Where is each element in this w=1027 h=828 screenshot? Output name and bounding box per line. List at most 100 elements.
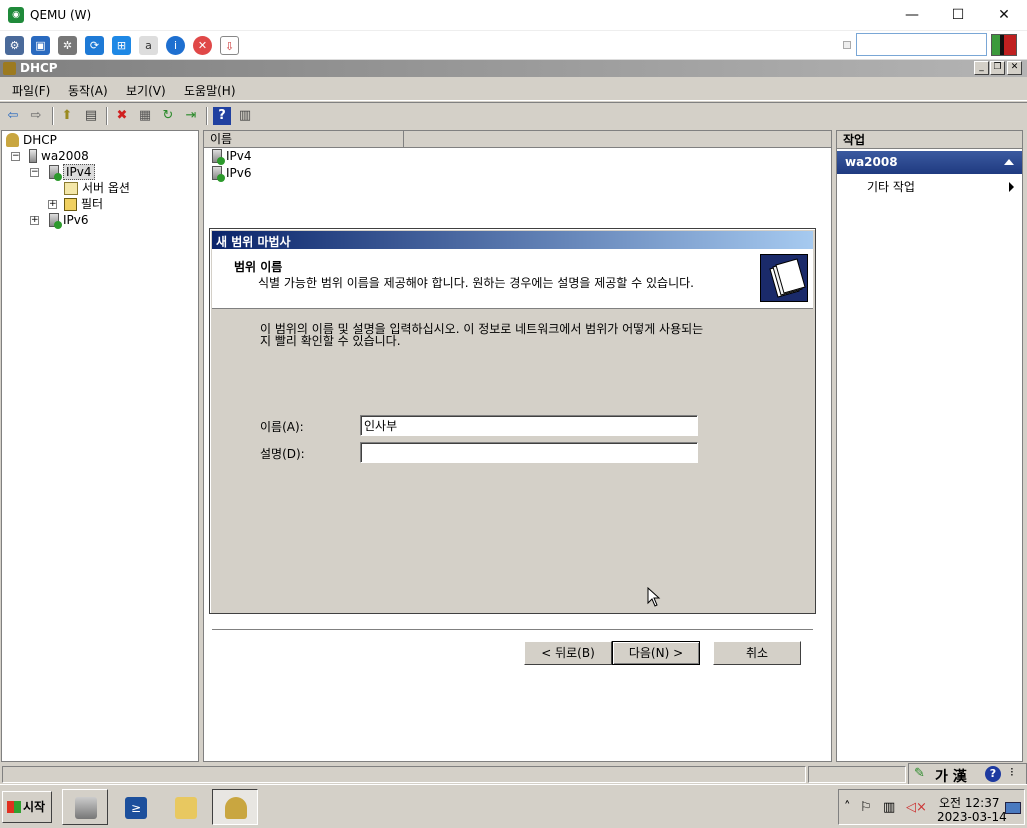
mmc-toolbar: ⇦ ⇨ ⬆ ▤ ✖ ▦ ↻ ⇥ ? ▥ bbox=[0, 102, 1027, 128]
ime-tool-icon[interactable]: ✎ bbox=[914, 766, 925, 781]
mdi-restore-button[interactable]: ❐ bbox=[990, 61, 1005, 75]
search-input[interactable] bbox=[856, 33, 987, 56]
tree-item-dhcp[interactable]: DHCP bbox=[6, 132, 57, 148]
collapse-icon[interactable]: − bbox=[30, 168, 39, 177]
column-header-name[interactable]: 이름 bbox=[204, 131, 404, 148]
tree-item-filters[interactable]: 필터 bbox=[64, 196, 103, 212]
ime-options-icon[interactable]: ⁝ bbox=[1010, 765, 1014, 779]
server-icon bbox=[29, 149, 37, 163]
menu-view[interactable]: 보기(V) bbox=[126, 82, 166, 99]
scope-name-input[interactable] bbox=[360, 415, 698, 436]
back-arrow-icon[interactable]: ⇦ bbox=[4, 107, 22, 125]
taskbar-server-manager[interactable] bbox=[62, 789, 108, 825]
list-item[interactable]: IPv6 bbox=[212, 165, 252, 182]
status-flag-icon[interactable] bbox=[991, 34, 1017, 56]
powershell-icon: ≥ bbox=[125, 797, 147, 819]
list-header: 이름 bbox=[204, 131, 831, 148]
fullscreen-icon[interactable]: ▣ bbox=[31, 36, 50, 55]
refresh-list-icon[interactable]: ↻ bbox=[159, 107, 177, 125]
taskbar-powershell[interactable]: ≥ bbox=[112, 789, 158, 825]
more-actions[interactable]: 기타 작업 bbox=[867, 178, 915, 195]
scope-description-input[interactable] bbox=[360, 442, 698, 463]
list-item[interactable]: IPv4 bbox=[212, 148, 252, 165]
ipv4-icon bbox=[49, 165, 62, 181]
collapse-icon[interactable]: − bbox=[11, 152, 20, 161]
back-button[interactable]: < 뒤로(B) bbox=[524, 641, 612, 665]
keyboard-icon[interactable]: a bbox=[139, 36, 158, 55]
taskbar-dhcp[interactable] bbox=[212, 789, 258, 825]
show-hidden-icons-icon[interactable]: ˄ bbox=[844, 800, 851, 815]
close-button[interactable]: ✕ bbox=[981, 0, 1027, 30]
status-cell bbox=[2, 766, 806, 783]
show-desktop-icon[interactable] bbox=[1005, 802, 1021, 814]
action-section-wa2008[interactable]: wa2008 bbox=[837, 151, 1022, 174]
qemu-logo-icon: ◉ bbox=[8, 7, 24, 23]
up-folder-icon[interactable]: ⬆ bbox=[58, 107, 76, 125]
dhcp-icon bbox=[6, 133, 19, 147]
status-bar bbox=[0, 764, 1027, 784]
menu-help[interactable]: 도움말(H) bbox=[184, 82, 236, 99]
expand-icon[interactable]: + bbox=[48, 200, 57, 209]
ipv4-icon bbox=[212, 149, 225, 165]
tree-item-server-options[interactable]: 서버 옵션 bbox=[64, 180, 130, 196]
mdi-minimize-button[interactable]: _ bbox=[974, 61, 989, 75]
delete-icon[interactable]: ✖ bbox=[113, 107, 131, 125]
menu-action[interactable]: 동작(A) bbox=[68, 82, 108, 99]
system-tray: ˄ ⚐ ▥ ◁× 오전 12:37 2023-03-14 bbox=[838, 789, 1025, 825]
properties-icon[interactable]: ▦ bbox=[136, 107, 154, 125]
wizard-subheading: 식별 가능한 범위 이름을 제공해야 합니다. 원하는 경우에는 설명을 제공할… bbox=[258, 276, 694, 290]
server-manager-icon bbox=[75, 797, 97, 819]
export-list-icon[interactable]: ⇥ bbox=[182, 107, 200, 125]
tree-item-server[interactable]: wa2008 bbox=[29, 148, 89, 164]
minimize-button[interactable]: — bbox=[889, 0, 935, 30]
expand-icon[interactable]: + bbox=[30, 216, 39, 225]
wizard-folders-icon bbox=[760, 254, 808, 302]
action-pane-icon[interactable]: ▥ bbox=[236, 107, 254, 125]
refresh-icon[interactable]: ⟳ bbox=[85, 36, 104, 55]
status-cell bbox=[808, 766, 906, 783]
collapse-arrow-icon[interactable] bbox=[1004, 159, 1014, 165]
toolbar-separator bbox=[52, 107, 54, 125]
dhcp-icon bbox=[225, 797, 247, 819]
wizard-header: 범위 이름 식별 가능한 범위 이름을 제공해야 합니다. 원하는 경우에는 설… bbox=[212, 249, 813, 309]
eject-icon[interactable]: ⇩ bbox=[220, 36, 239, 55]
action-center-flag-icon[interactable]: ⚐ bbox=[860, 800, 872, 815]
submenu-arrow-icon bbox=[1009, 182, 1014, 192]
cancel-button[interactable]: 취소 bbox=[713, 641, 801, 665]
mdi-close-button[interactable]: ✕ bbox=[1007, 61, 1022, 75]
help-icon[interactable]: ? bbox=[213, 107, 231, 125]
filter-icon bbox=[64, 198, 77, 211]
ime-language-bar[interactable]: ✎ 가 漢 ? ⁝ bbox=[908, 763, 1027, 785]
ime-help-icon[interactable]: ? bbox=[985, 766, 1001, 782]
maximize-button[interactable]: ☐ bbox=[935, 0, 981, 30]
settings-gear-icon[interactable]: ✲ bbox=[58, 36, 77, 55]
clock-time[interactable]: 오전 12:37 bbox=[939, 794, 999, 811]
forward-arrow-icon[interactable]: ⇨ bbox=[27, 107, 45, 125]
start-button[interactable]: 시작 bbox=[2, 791, 52, 823]
machine-icon[interactable]: ⚙ bbox=[5, 36, 24, 55]
wizard-instructions: 이 범위의 이름 및 설명을 입력하십시오. 이 정보로 네트워크에서 범위가 … bbox=[260, 322, 704, 348]
mmc-title: DHCP bbox=[20, 61, 58, 75]
ime-mode[interactable]: 가 漢 bbox=[935, 766, 967, 786]
info-icon[interactable]: i bbox=[166, 36, 185, 55]
volume-muted-icon[interactable]: ◁× bbox=[906, 800, 927, 815]
next-button[interactable]: 다음(N) > bbox=[612, 641, 700, 665]
show-hide-tree-icon[interactable]: ▤ bbox=[82, 107, 100, 125]
console-tree: DHCP − wa2008 − IPv4 서버 옵션 + 필터 + IPv6 bbox=[1, 130, 199, 762]
action-pane-header: 작업 bbox=[837, 131, 1022, 149]
qemu-titlebar: ◉ QEMU (W) — ☐ ✕ bbox=[0, 0, 1027, 31]
taskbar: 시작 ≥ ˄ ⚐ ▥ ◁× 오전 12:37 2023-03-14 bbox=[0, 784, 1027, 828]
wizard-heading: 범위 이름 bbox=[234, 260, 283, 274]
stop-icon[interactable]: ✕ bbox=[193, 36, 212, 55]
action-pane: 작업 wa2008 기타 작업 bbox=[836, 130, 1023, 762]
search-toggle-icon[interactable] bbox=[843, 41, 851, 49]
tree-item-ipv4[interactable]: IPv4 bbox=[49, 164, 95, 181]
windows-icon[interactable]: ⊞ bbox=[112, 36, 131, 55]
taskbar-explorer[interactable] bbox=[162, 789, 208, 825]
network-icon[interactable]: ▥ bbox=[883, 800, 895, 815]
wizard-titlebar: 새 범위 마법사 bbox=[212, 231, 813, 249]
clock-date[interactable]: 2023-03-14 bbox=[937, 810, 1007, 824]
wizard-title: 새 범위 마법사 bbox=[216, 235, 291, 249]
menu-file[interactable]: 파일(F) bbox=[12, 82, 50, 99]
tree-item-ipv6[interactable]: IPv6 bbox=[49, 212, 89, 229]
